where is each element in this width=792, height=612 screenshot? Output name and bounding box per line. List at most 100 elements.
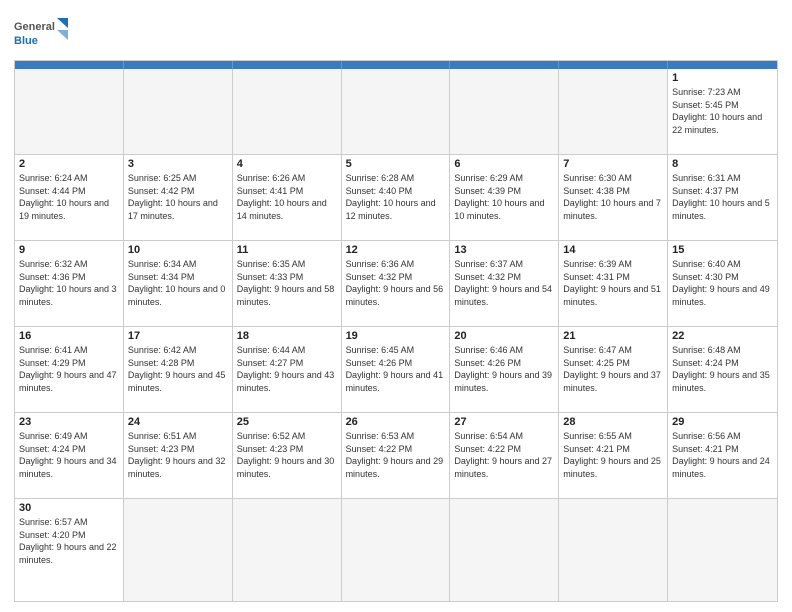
calendar-cell: 28Sunrise: 6:55 AM Sunset: 4:21 PM Dayli… — [559, 413, 668, 498]
calendar-cell: 20 Sunrise: 6:46 AM Sunset: 4:26 PM Dayli… — [450, 327, 559, 412]
calendar-cell — [233, 69, 342, 154]
day-info: Sunrise: 6:52 AM Sunset: 4:23 PM Dayligh… — [237, 430, 337, 480]
calendar-cell: 1 Sunrise: 7:23 AM Sunset: 5:45 PM Daylig… — [668, 69, 777, 154]
day-info: Sunrise: 6:56 AM Sunset: 4:21 PM Dayligh… — [672, 430, 773, 480]
calendar-cell: 4 Sunrise: 6:26 AM Sunset: 4:41 PM Daylig… — [233, 155, 342, 240]
day-number: 1 — [672, 72, 773, 84]
day-number: 9 — [19, 244, 119, 256]
day-number: 12 — [346, 244, 446, 256]
calendar-cell: 7 Sunrise: 6:30 AM Sunset: 4:38 PM Daylig… — [559, 155, 668, 240]
header-thursday — [450, 61, 559, 69]
calendar: 1 Sunrise: 7:23 AM Sunset: 5:45 PM Daylig… — [14, 60, 778, 602]
calendar-cell: 2 Sunrise: 6:24 AM Sunset: 4:44 PM Daylig… — [15, 155, 124, 240]
day-number: 25 — [237, 416, 337, 428]
calendar-cell: 13 Sunrise: 6:37 AM Sunset: 4:32 PM Dayli… — [450, 241, 559, 326]
logo: General Blue — [14, 14, 68, 54]
header-friday — [559, 61, 668, 69]
calendar-cell: 22 Sunrise: 6:48 AM Sunset: 4:24 PM Dayli… — [668, 327, 777, 412]
day-number: 29 — [672, 416, 773, 428]
day-info: Sunrise: 6:25 AM Sunset: 4:42 PM Dayligh… — [128, 172, 228, 222]
calendar-cell: 8 Sunrise: 6:31 AM Sunset: 4:37 PM Daylig… — [668, 155, 777, 240]
calendar-cell: 5Sunrise: 6:28 AM Sunset: 4:40 PM Daylig… — [342, 155, 451, 240]
calendar-cell — [559, 499, 668, 601]
day-info: Sunrise: 6:42 AM Sunset: 4:28 PM Dayligh… — [128, 344, 228, 394]
calendar-cell: 25 Sunrise: 6:52 AM Sunset: 4:23 PM Dayli… — [233, 413, 342, 498]
day-number: 18 — [237, 330, 337, 342]
calendar-cell — [342, 69, 451, 154]
day-info: Sunrise: 6:36 AM Sunset: 4:32 PM Dayligh… — [346, 258, 446, 308]
day-info: Sunrise: 6:34 AM Sunset: 4:34 PM Dayligh… — [128, 258, 228, 308]
day-number: 28 — [563, 416, 663, 428]
day-number: 16 — [19, 330, 119, 342]
calendar-row-5: 30 Sunrise: 6:57 AM Sunset: 4:20 PM Dayli… — [15, 498, 777, 601]
day-info: Sunrise: 6:53 AM Sunset: 4:22 PM Dayligh… — [346, 430, 446, 480]
header-saturday — [668, 61, 777, 69]
day-info: Sunrise: 7:23 AM Sunset: 5:45 PM Dayligh… — [672, 86, 773, 136]
day-number: 14 — [563, 244, 663, 256]
calendar-cell: 11 Sunrise: 6:35 AM Sunset: 4:33 PM Dayli… — [233, 241, 342, 326]
day-info: Sunrise: 6:32 AM Sunset: 4:36 PM Dayligh… — [19, 258, 119, 308]
calendar-cell: 12 Sunrise: 6:36 AM Sunset: 4:32 PM Dayli… — [342, 241, 451, 326]
day-number: 24 — [128, 416, 228, 428]
day-info: Sunrise: 6:48 AM Sunset: 4:24 PM Dayligh… — [672, 344, 773, 394]
header-monday — [124, 61, 233, 69]
day-number: 20 — [454, 330, 554, 342]
calendar-cell: 27 Sunrise: 6:54 AM Sunset: 4:22 PM Dayli… — [450, 413, 559, 498]
day-info: Sunrise: 6:51 AM Sunset: 4:23 PM Dayligh… — [128, 430, 228, 480]
calendar-cell — [668, 499, 777, 601]
day-info: Sunrise: 6:39 AM Sunset: 4:31 PM Dayligh… — [563, 258, 663, 308]
calendar-cell: 6 Sunrise: 6:29 AM Sunset: 4:39 PM Daylig… — [450, 155, 559, 240]
calendar-cell: 30 Sunrise: 6:57 AM Sunset: 4:20 PM Dayli… — [15, 499, 124, 601]
header-sunday — [15, 61, 124, 69]
day-number: 19 — [346, 330, 446, 342]
calendar-row-2: 9 Sunrise: 6:32 AM Sunset: 4:36 PM Daylig… — [15, 240, 777, 326]
day-info: Sunrise: 6:28 AM Sunset: 4:40 PM Dayligh… — [346, 172, 446, 222]
day-info: Sunrise: 6:31 AM Sunset: 4:37 PM Dayligh… — [672, 172, 773, 222]
day-number: 21 — [563, 330, 663, 342]
calendar-cell: 26Sunrise: 6:53 AM Sunset: 4:22 PM Dayli… — [342, 413, 451, 498]
day-number: 30 — [19, 502, 119, 514]
day-info: Sunrise: 6:57 AM Sunset: 4:20 PM Dayligh… — [19, 516, 119, 566]
day-info: Sunrise: 6:44 AM Sunset: 4:27 PM Dayligh… — [237, 344, 337, 394]
logo-svg: General Blue — [14, 14, 68, 54]
calendar-cell — [15, 69, 124, 154]
calendar-cell — [450, 69, 559, 154]
day-number: 8 — [672, 158, 773, 170]
header-wednesday — [342, 61, 451, 69]
day-info: Sunrise: 6:47 AM Sunset: 4:25 PM Dayligh… — [563, 344, 663, 394]
day-number: 13 — [454, 244, 554, 256]
calendar-cell: 19Sunrise: 6:45 AM Sunset: 4:26 PM Dayli… — [342, 327, 451, 412]
calendar-cell: 23Sunrise: 6:49 AM Sunset: 4:24 PM Dayli… — [15, 413, 124, 498]
calendar-cell: 29 Sunrise: 6:56 AM Sunset: 4:21 PM Dayli… — [668, 413, 777, 498]
calendar-cell: 21 Sunrise: 6:47 AM Sunset: 4:25 PM Dayli… — [559, 327, 668, 412]
day-info: Sunrise: 6:35 AM Sunset: 4:33 PM Dayligh… — [237, 258, 337, 308]
day-info: Sunrise: 6:40 AM Sunset: 4:30 PM Dayligh… — [672, 258, 773, 308]
day-number: 2 — [19, 158, 119, 170]
day-number: 10 — [128, 244, 228, 256]
calendar-cell: 15 Sunrise: 6:40 AM Sunset: 4:30 PM Dayli… — [668, 241, 777, 326]
day-number: 22 — [672, 330, 773, 342]
day-info: Sunrise: 6:37 AM Sunset: 4:32 PM Dayligh… — [454, 258, 554, 308]
calendar-cell: 9 Sunrise: 6:32 AM Sunset: 4:36 PM Daylig… — [15, 241, 124, 326]
day-number: 6 — [454, 158, 554, 170]
day-number: 11 — [237, 244, 337, 256]
day-info: Sunrise: 6:24 AM Sunset: 4:44 PM Dayligh… — [19, 172, 119, 222]
day-number: 15 — [672, 244, 773, 256]
page: General Blue 1 Sunrise: 7:23 AM Sunset: 5… — [0, 0, 792, 612]
day-number: 27 — [454, 416, 554, 428]
calendar-row-1: 2 Sunrise: 6:24 AM Sunset: 4:44 PM Daylig… — [15, 154, 777, 240]
day-info: Sunrise: 6:26 AM Sunset: 4:41 PM Dayligh… — [237, 172, 337, 222]
svg-text:Blue: Blue — [14, 35, 38, 47]
calendar-cell: 18 Sunrise: 6:44 AM Sunset: 4:27 PM Dayli… — [233, 327, 342, 412]
calendar-header — [15, 61, 777, 69]
day-info: Sunrise: 6:46 AM Sunset: 4:26 PM Dayligh… — [454, 344, 554, 394]
calendar-cell: 17Sunrise: 6:42 AM Sunset: 4:28 PM Dayli… — [124, 327, 233, 412]
day-info: Sunrise: 6:29 AM Sunset: 4:39 PM Dayligh… — [454, 172, 554, 222]
day-info: Sunrise: 6:30 AM Sunset: 4:38 PM Dayligh… — [563, 172, 663, 222]
day-info: Sunrise: 6:41 AM Sunset: 4:29 PM Dayligh… — [19, 344, 119, 394]
day-number: 4 — [237, 158, 337, 170]
calendar-cell — [342, 499, 451, 601]
svg-text:General: General — [14, 21, 55, 33]
day-info: Sunrise: 6:54 AM Sunset: 4:22 PM Dayligh… — [454, 430, 554, 480]
day-number: 7 — [563, 158, 663, 170]
